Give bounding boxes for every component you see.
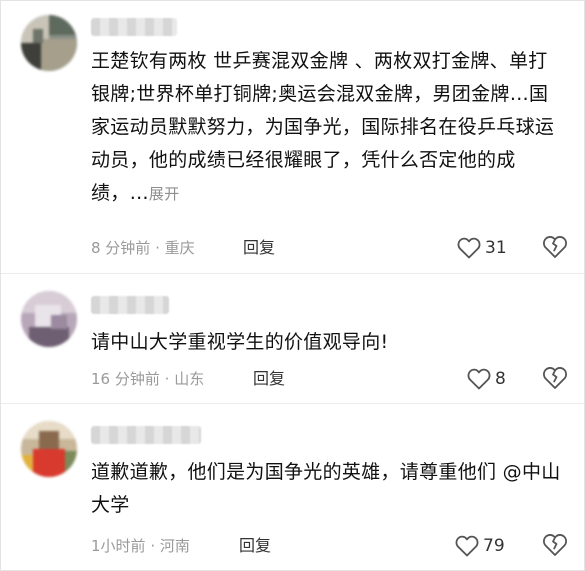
comment-time: 1小时前 — [91, 537, 146, 555]
comment-text: 王楚钦有两枚 世乒赛混双金牌 、两枚双打金牌、单打银牌;世界杯单打铜牌;奥运会混… — [91, 45, 563, 211]
comment-text-content: 王楚钦有两枚 世乒赛混双金牌 、两枚双打金牌、单打银牌;世界杯单打铜牌;奥运会混… — [91, 50, 555, 204]
meta-separator: · — [155, 239, 160, 257]
username[interactable] — [91, 426, 201, 444]
heart-outline-icon — [457, 237, 481, 259]
reply-button[interactable]: 回复 — [253, 368, 285, 390]
broken-heart-icon — [543, 534, 567, 556]
comment-item: 请中山大学重视学生的价值观导向! 16 分钟前 · 山东 回复 8 — [1, 274, 584, 403]
username[interactable] — [91, 296, 169, 314]
comment-item: 王楚钦有两枚 世乒赛混双金牌 、两枚双打金牌、单打银牌;世界杯单打铜牌;奥运会混… — [1, 1, 584, 273]
like-button[interactable]: 79 — [455, 533, 505, 559]
comment-meta: 1小时前 · 河南 — [91, 535, 190, 557]
like-button[interactable]: 31 — [457, 235, 507, 261]
comment-text: 请中山大学重视学生的价值观导向! — [91, 326, 563, 359]
meta-separator: · — [164, 370, 170, 388]
expand-link[interactable]: 展开 — [149, 185, 180, 203]
comment-meta: 8 分钟前 · 重庆 — [91, 237, 195, 259]
comment-time: 8 分钟前 — [91, 239, 151, 257]
reply-button[interactable]: 回复 — [243, 237, 275, 259]
avatar[interactable] — [21, 421, 77, 477]
avatar[interactable] — [21, 291, 77, 347]
comment-item: 道歉道歉，他们是为国争光的英雄，请尊重他们 @中山大学 1小时前 · 河南 回复… — [1, 404, 584, 570]
comment-location: 重庆 — [164, 239, 195, 257]
like-button[interactable]: 8 — [467, 366, 506, 392]
comment-meta: 16 分钟前 · 山东 — [91, 368, 204, 390]
like-count: 31 — [485, 238, 507, 258]
comment-location: 河南 — [159, 537, 190, 555]
comment-time: 16 分钟前 — [91, 370, 160, 388]
heart-outline-icon — [467, 368, 491, 390]
dislike-button[interactable] — [542, 533, 568, 559]
broken-heart-icon — [543, 367, 567, 389]
comment-text-content: 道歉道歉，他们是为国争光的英雄，请尊重他们 @中山大学 — [91, 461, 561, 516]
comment-list: 王楚钦有两枚 世乒赛混双金牌 、两枚双打金牌、单打银牌;世界杯单打铜牌;奥运会混… — [0, 0, 585, 571]
reply-button[interactable]: 回复 — [239, 535, 271, 557]
comment-text-content: 请中山大学重视学生的价值观导向! — [91, 331, 389, 353]
username[interactable] — [91, 18, 177, 36]
comment-location: 山东 — [174, 370, 205, 388]
avatar[interactable] — [21, 15, 77, 71]
like-count: 79 — [483, 536, 505, 556]
comment-ellipsis: … — [129, 182, 149, 204]
dislike-button[interactable] — [542, 366, 568, 392]
like-count: 8 — [495, 369, 506, 389]
heart-outline-icon — [455, 535, 479, 557]
meta-separator: · — [150, 537, 156, 555]
broken-heart-icon — [543, 236, 567, 258]
dislike-button[interactable] — [542, 235, 568, 261]
comment-text: 道歉道歉，他们是为国争光的英雄，请尊重他们 @中山大学 — [91, 456, 563, 522]
